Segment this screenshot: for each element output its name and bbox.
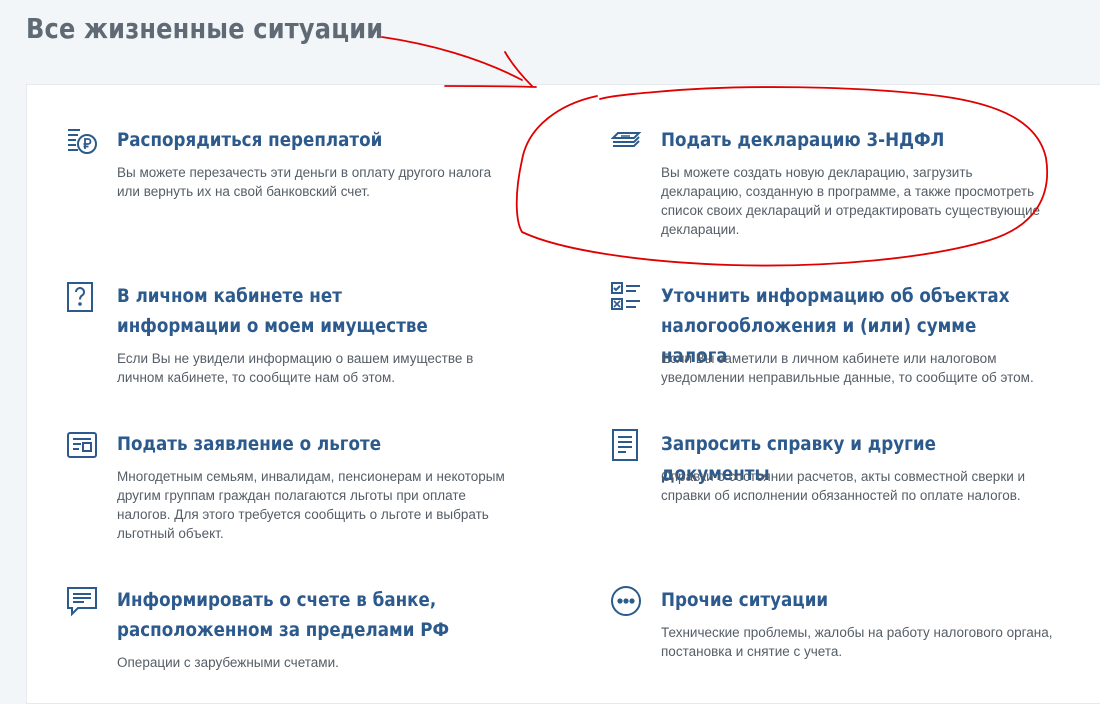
declaration-stack-icon xyxy=(610,125,642,157)
situation-description: Многодетным семьям, инвалидам, пенсионер… xyxy=(117,469,505,541)
situation-description: Операции с зарубежными счетами. xyxy=(117,655,339,670)
document-icon xyxy=(610,429,642,461)
situation-description: Технические проблемы, жалобы на работу н… xyxy=(661,625,1053,659)
situation-description: Если Вы не увидели информацию о вашем им… xyxy=(117,351,474,385)
question-icon xyxy=(66,281,98,313)
situation-title: Информировать о счете в банке, расположе… xyxy=(117,589,450,641)
ruble-overpayment-icon xyxy=(66,125,98,157)
situation-description: Вы можете перезачесть эти деньги в оплат… xyxy=(117,165,492,199)
situation-description: Если Вы заметили в личном кабинете или н… xyxy=(661,351,1034,385)
situation-title: Распорядиться переплатой xyxy=(117,129,383,151)
situation-description: Справки о состоянии расчетов, акты совме… xyxy=(661,469,1026,503)
message-icon xyxy=(66,585,98,617)
situation-title: В личном кабинете нет информации о моем … xyxy=(117,285,428,337)
annotation-arrow xyxy=(381,36,523,81)
page-title: Все жизненные ситуации xyxy=(26,12,384,45)
situation-title: Прочие ситуации xyxy=(661,589,829,611)
more-dots-icon xyxy=(610,585,642,617)
situation-description: Вы можете создать новую декларацию, загр… xyxy=(661,165,1040,237)
situation-title: Подать декларацию 3-НДФЛ xyxy=(661,129,945,151)
annotation-arrowhead-top xyxy=(504,51,533,87)
checklist-icon xyxy=(610,281,642,313)
situation-title: Подать заявление о льготе xyxy=(117,433,382,455)
benefit-card-icon xyxy=(66,429,98,461)
